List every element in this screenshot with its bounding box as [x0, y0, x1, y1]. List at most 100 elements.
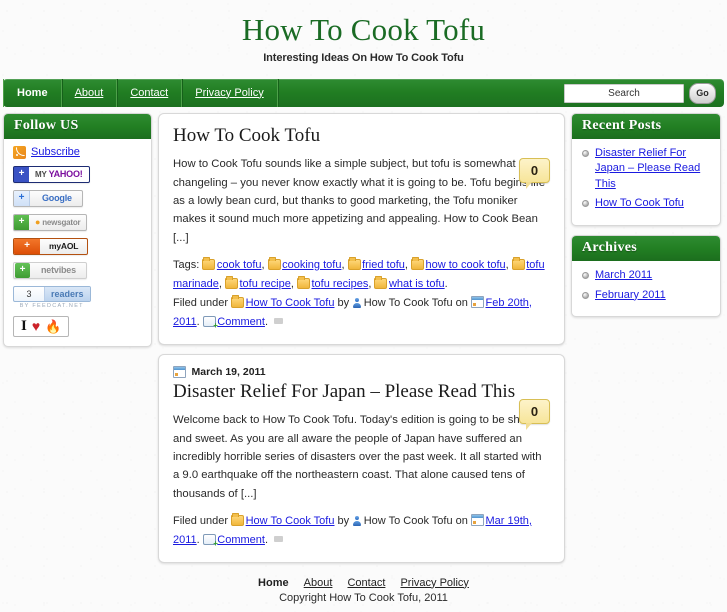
- badge-netvibes[interactable]: + netvibes: [13, 261, 87, 279]
- by-label: by: [337, 296, 350, 309]
- footer-copyright: Copyright How To Cook Tofu, 2011: [279, 591, 448, 604]
- badge-feedcat-readers[interactable]: 3 readers BY FEEDCAT.NET: [13, 285, 91, 309]
- page-root: How To Cook Tofu Interesting Ideas On Ho…: [0, 0, 727, 612]
- badge-google[interactable]: + Google: [13, 189, 83, 207]
- comment-link[interactable]: Comment: [217, 316, 265, 328]
- tag-item[interactable]: what is tofu.: [374, 275, 448, 290]
- nav-item-contact[interactable]: Contact: [117, 78, 183, 107]
- comment-count-badge[interactable]: 0: [519, 157, 550, 189]
- flame-icon: 🔥: [45, 318, 62, 334]
- recent-post-link[interactable]: Disaster Relief For Japan – Please Read …: [595, 147, 700, 190]
- list-item[interactable]: How To Cook Tofu: [581, 196, 711, 212]
- sidebar-right: Recent Posts Disaster Relief For Japan –…: [571, 112, 721, 327]
- post-title[interactable]: How To Cook Tofu: [173, 125, 550, 147]
- plus-icon: +: [14, 214, 29, 230]
- filed-under-label: Filed under: [173, 296, 229, 309]
- heart-icon: ♥: [31, 318, 41, 335]
- folder-icon: [224, 275, 238, 289]
- tag-link[interactable]: tofu recipe: [239, 278, 290, 290]
- feed-icon: [274, 535, 284, 542]
- subscribe-link[interactable]: Subscribe: [31, 146, 80, 158]
- tag-link[interactable]: how to cook tofu: [426, 259, 506, 271]
- tag-link[interactable]: fried tofu: [362, 259, 405, 271]
- widget-follow-us-body: Subscribe + MY YAHOO! + Google + ● newsgat…: [4, 139, 151, 346]
- recent-post-link[interactable]: How To Cook Tofu: [595, 197, 684, 209]
- folder-icon: [231, 512, 245, 526]
- by-label: by: [337, 514, 350, 527]
- tag-link[interactable]: tofu recipes: [311, 278, 368, 290]
- nav-item-privacy-policy[interactable]: Privacy Policy: [182, 78, 278, 107]
- nav-item-home[interactable]: Home: [3, 78, 62, 107]
- folder-icon: [231, 294, 245, 308]
- archive-link[interactable]: March 2011: [595, 269, 652, 281]
- search-input[interactable]: [564, 83, 684, 103]
- widget-follow-us-title: Follow US: [4, 113, 151, 139]
- footer-nav-about[interactable]: About: [304, 577, 333, 589]
- sidebar-left: Follow US Subscribe + MYYAHOO! + Google: [3, 112, 152, 356]
- user-icon: [352, 297, 362, 308]
- post-meta-line: Filed under How To Cook Tofu by How To C…: [173, 512, 550, 550]
- list-item[interactable]: Disaster Relief For Japan – Please Read …: [581, 146, 711, 193]
- calendar-icon: [470, 295, 484, 308]
- widget-follow-us: Follow US Subscribe + MYYAHOO! + Google: [3, 112, 152, 347]
- main-content: How To Cook Tofu 0 How to Cook Tofu soun…: [158, 112, 565, 572]
- nav-item-about[interactable]: About: [62, 78, 118, 107]
- tag-item[interactable]: fried tofu,: [347, 256, 408, 271]
- badge-my-yahoo[interactable]: + MY YAHOO!: [13, 165, 90, 183]
- rss-icon: [13, 145, 26, 159]
- archives-list: March 2011 February 2011: [581, 268, 711, 303]
- badge-my-aol-label: myAOL: [49, 241, 79, 252]
- badge-newsgator[interactable]: + ● newsgator: [13, 213, 88, 231]
- tag-link[interactable]: cooking tofu: [282, 259, 341, 271]
- tag-item[interactable]: cooking tofu,: [267, 256, 345, 271]
- category-link[interactable]: How To Cook Tofu: [246, 297, 335, 309]
- tag-link[interactable]: what is tofu: [389, 278, 445, 290]
- comment-link[interactable]: Comment: [217, 534, 265, 546]
- list-item[interactable]: February 2011: [581, 288, 711, 304]
- calendar-icon: [470, 513, 484, 526]
- badge-i-love-feedburner[interactable]: I ♥ 🔥: [13, 315, 70, 337]
- comment-count-badge[interactable]: 0: [519, 398, 550, 430]
- folder-icon: [347, 256, 361, 270]
- site-title: How To Cook Tofu: [241, 12, 486, 47]
- footer-navigation: Home About Contact Privacy Policy: [0, 577, 727, 589]
- badge-my-yahoo-label: MY YAHOO!: [29, 166, 89, 182]
- folder-icon: [511, 256, 525, 270]
- footer-nav-contact[interactable]: Contact: [347, 577, 385, 589]
- list-item[interactable]: March 2011: [581, 268, 711, 284]
- nav-list: Home About Contact Privacy Policy: [3, 78, 278, 107]
- site-footer: Home About Contact Privacy Policy Copyri…: [0, 572, 727, 612]
- content-columns: Follow US Subscribe + MYYAHOO! + Google: [0, 107, 727, 572]
- badge-my-aol[interactable]: + myAOL: [13, 237, 89, 255]
- post-excerpt: How to Cook Tofu sounds like a simple su…: [173, 158, 546, 244]
- post-tags-line: Tags: cook tofu, cooking tofu, fried tof…: [173, 256, 550, 294]
- footer-nav-home[interactable]: Home: [258, 577, 289, 589]
- widget-recent-posts: Recent Posts Disaster Relief For Japan –…: [571, 112, 721, 226]
- plus-icon: +: [14, 166, 29, 182]
- main-navigation: Home About Contact Privacy Policy Go: [3, 78, 724, 107]
- widget-recent-posts-title: Recent Posts: [572, 113, 720, 139]
- post-card: March 19, 2011 Disaster Relief For Japan…: [158, 353, 565, 563]
- plus-icon: +: [14, 190, 30, 206]
- category-link[interactable]: How To Cook Tofu: [246, 515, 335, 527]
- search-form: Go: [564, 82, 716, 104]
- site-header: How To Cook Tofu Interesting Ideas On Ho…: [0, 0, 727, 74]
- feedcat-count: 3: [14, 286, 45, 301]
- tag-item[interactable]: how to cook tofu,: [411, 256, 509, 271]
- tag-link[interactable]: cook tofu: [217, 259, 262, 271]
- search-go-button[interactable]: Go: [689, 82, 716, 104]
- tag-item[interactable]: tofu recipe,: [224, 275, 294, 290]
- tags-label: Tags:: [173, 258, 200, 271]
- on-label: on: [455, 296, 468, 309]
- footer-nav-privacy-policy[interactable]: Privacy Policy: [400, 577, 468, 589]
- folder-icon: [202, 256, 216, 270]
- user-icon: [352, 515, 362, 526]
- archive-link[interactable]: February 2011: [595, 289, 666, 301]
- badge-google-label: Google: [42, 193, 72, 204]
- filed-under-label: Filed under: [173, 514, 229, 527]
- subscribe-row[interactable]: Subscribe: [13, 145, 142, 159]
- tag-item[interactable]: cook tofu,: [202, 256, 265, 271]
- feedcat-bar: 3 readers: [13, 285, 91, 302]
- post-title[interactable]: Disaster Relief For Japan – Please Read …: [173, 381, 550, 403]
- tag-item[interactable]: tofu recipes,: [296, 275, 371, 290]
